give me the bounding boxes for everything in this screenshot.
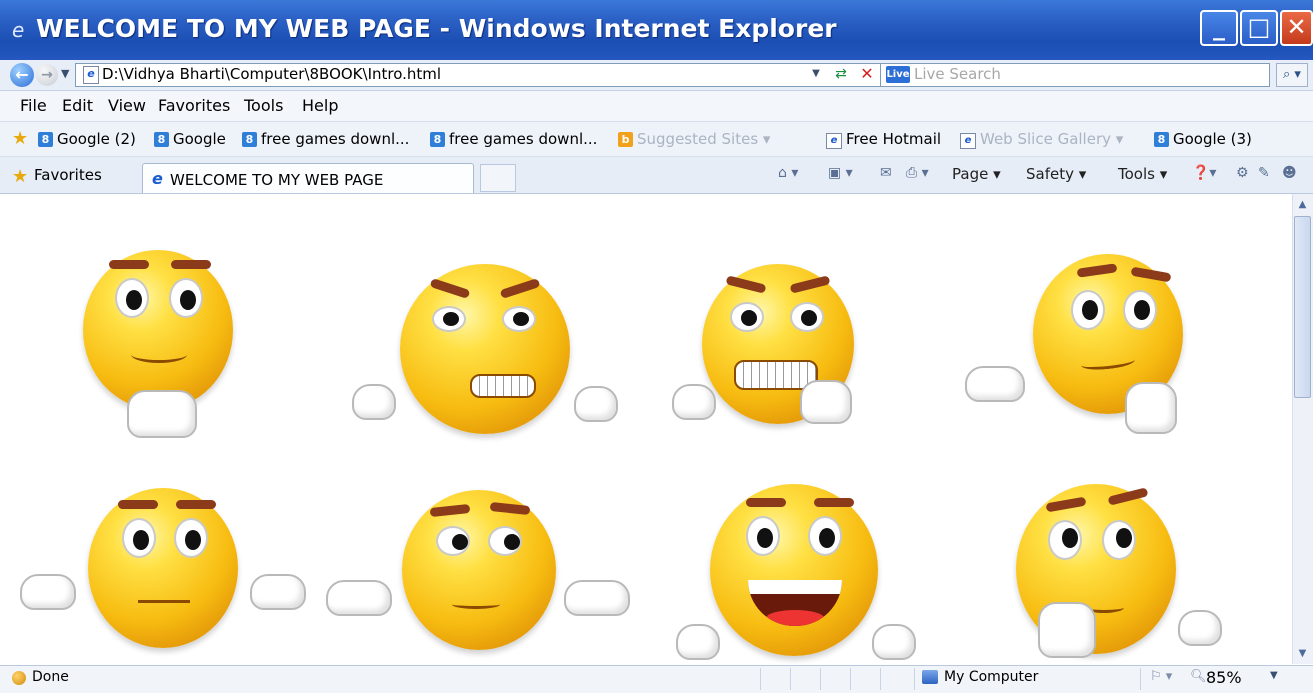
home-icon[interactable]: ⌂ ▾ [778, 165, 798, 181]
blog-icon[interactable]: ✎ [1258, 165, 1270, 181]
forward-button[interactable]: → [36, 64, 58, 86]
tab-title: WELCOME TO MY WEB PAGE [170, 171, 384, 189]
ie-logo-icon: e [12, 18, 25, 42]
page-menu[interactable]: Page ▾ [952, 165, 1001, 183]
help-icon[interactable]: ❓▾ [1192, 165, 1216, 181]
search-placeholder: Live Search [914, 65, 1001, 83]
thinking-smiley-icon [965, 254, 1195, 454]
google-icon: 8 [154, 132, 169, 147]
link-free-games-2[interactable]: 8 free games downl... [430, 130, 597, 148]
back-button[interactable]: ← [10, 63, 34, 87]
menu-file[interactable]: File [20, 96, 47, 115]
grimacing-smiley-icon [672, 264, 872, 464]
link-google-2[interactable]: 8 Google (2) [38, 130, 136, 148]
stop-icon[interactable]: ✕ [858, 65, 876, 83]
google-icon: 8 [38, 132, 53, 147]
grinning-smiley-icon [676, 484, 926, 664]
live-search-logo-icon: Live [886, 66, 910, 83]
maximize-button[interactable]: □ [1240, 10, 1278, 46]
address-dropdown-icon[interactable]: ▼ [808, 65, 824, 83]
print-icon[interactable]: ⎙ ▾ [906, 165, 929, 181]
status-text: Done [32, 669, 69, 685]
google-icon: 8 [430, 132, 445, 147]
ie-page-icon: e [960, 133, 976, 149]
link-web-slice-gallery[interactable]: e Web Slice Gallery ▾ [960, 130, 1123, 149]
page-icon: e [83, 66, 99, 84]
page-content [0, 194, 1292, 664]
pondering-smiley-icon [1000, 484, 1230, 664]
scrollbar-thumb[interactable] [1294, 216, 1311, 398]
status-divider [790, 668, 791, 690]
read-mail-icon[interactable]: ✉ [880, 165, 892, 181]
address-url[interactable]: D:\Vidhya Bharti\Computer\8BOOK\Intro.ht… [102, 65, 441, 83]
status-divider [820, 668, 821, 690]
feeds-icon[interactable]: ▣ ▾ [828, 165, 853, 181]
link-google[interactable]: 8 Google [154, 130, 226, 148]
zoom-icon[interactable]: 🔍︎ [1190, 669, 1207, 684]
page-done-icon [12, 671, 26, 685]
status-divider [1140, 668, 1141, 690]
close-button[interactable]: ✕ [1280, 10, 1313, 46]
relaxed-smiley-icon [75, 250, 245, 450]
favorites-star-icon[interactable]: ★ [12, 166, 28, 187]
link-suggested-sites[interactable]: b Suggested Sites ▾ [618, 130, 770, 148]
research-icon[interactable]: ⚙ [1236, 165, 1249, 181]
zoom-level[interactable]: 85% [1206, 668, 1242, 687]
link-free-games-1[interactable]: 8 free games downl... [242, 130, 409, 148]
bing-icon: b [618, 132, 633, 147]
zoom-dropdown-icon[interactable]: ▼ [1270, 670, 1278, 681]
doubtful-smiley-icon [326, 490, 636, 664]
menu-tools[interactable]: Tools [244, 96, 283, 115]
status-divider [880, 668, 881, 690]
minimize-button[interactable]: _ [1200, 10, 1238, 46]
ie-tab-icon: e [152, 169, 163, 188]
menu-help[interactable]: Help [302, 96, 338, 115]
status-divider [850, 668, 851, 690]
menu-favorites[interactable]: Favorites [158, 96, 230, 115]
protected-mode-icon[interactable]: ⚐ ▾ [1150, 669, 1172, 684]
safety-menu[interactable]: Safety ▾ [1026, 165, 1086, 183]
new-tab-button[interactable] [480, 164, 516, 192]
tools-menu[interactable]: Tools ▾ [1118, 165, 1167, 183]
status-divider [914, 668, 915, 690]
shrugging-smiley-icon [20, 488, 310, 664]
link-free-hotmail[interactable]: e Free Hotmail [826, 130, 941, 149]
refresh-icon[interactable]: ⇄ [832, 65, 850, 83]
recent-pages-dropdown-icon[interactable]: ▼ [61, 67, 69, 80]
menu-edit[interactable]: Edit [62, 96, 93, 115]
link-google-3[interactable]: 8 Google (3) [1154, 130, 1252, 148]
add-to-favorites-icon[interactable]: ★ [12, 128, 28, 149]
angry-smiley-icon [352, 264, 622, 454]
scroll-down-icon[interactable]: ▼ [1293, 645, 1312, 662]
ie-page-icon: e [826, 133, 842, 149]
google-icon: 8 [242, 132, 257, 147]
search-button[interactable]: ⌕ ▾ [1276, 63, 1308, 87]
computer-zone-icon [922, 670, 938, 684]
status-divider [760, 668, 761, 690]
messenger-icon[interactable]: ☻ [1282, 165, 1297, 181]
google-icon: 8 [1154, 132, 1169, 147]
menu-view[interactable]: View [108, 96, 146, 115]
scroll-up-icon[interactable]: ▲ [1293, 196, 1312, 213]
security-zone: My Computer [944, 669, 1039, 685]
window-title: WELCOME TO MY WEB PAGE - Windows Interne… [36, 14, 837, 43]
status-bar [0, 665, 1313, 693]
favorites-button[interactable]: Favorites [34, 166, 102, 184]
